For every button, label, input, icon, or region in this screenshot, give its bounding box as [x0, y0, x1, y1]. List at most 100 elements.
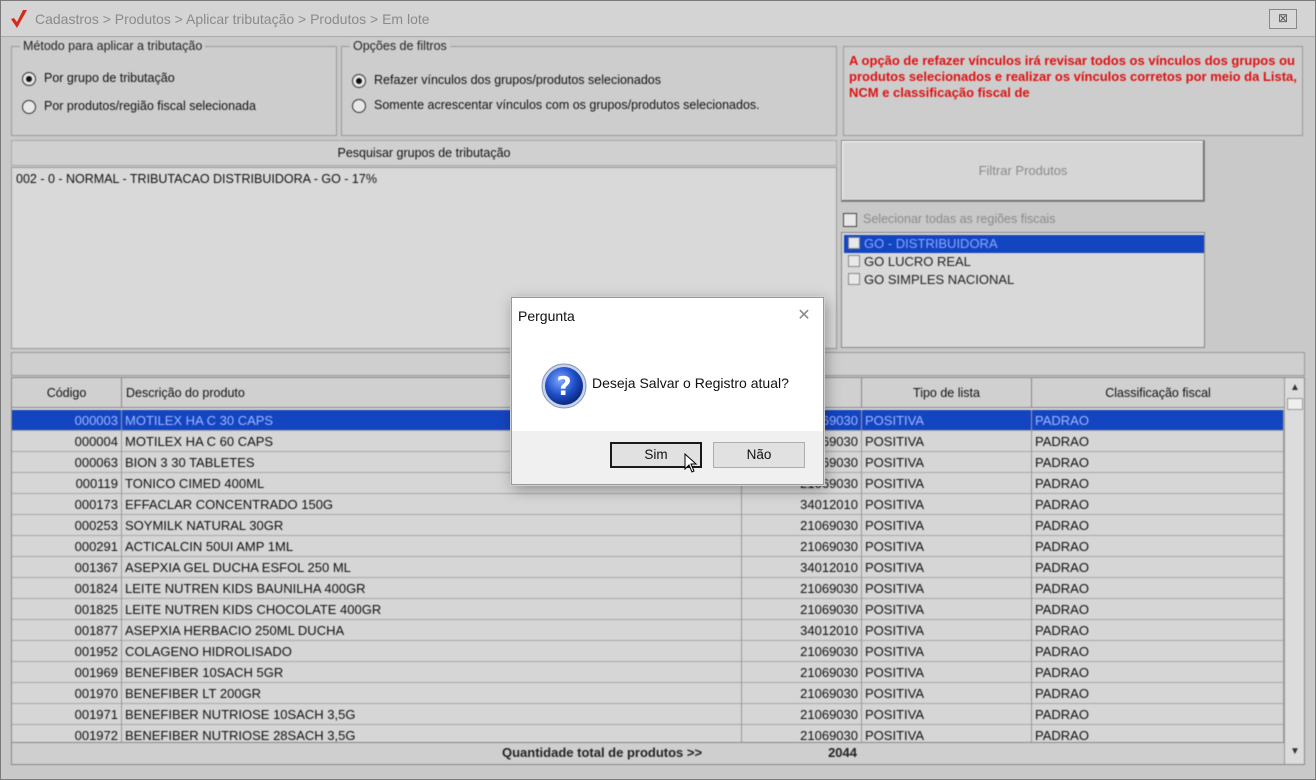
- cell-description: ASEPXIA GEL DUCHA ESFOL 250 ML: [122, 557, 742, 578]
- mouse-cursor-icon: [684, 453, 698, 473]
- checkbox-icon[interactable]: [848, 273, 860, 285]
- region-item[interactable]: GO SIMPLES NACIONAL: [844, 271, 1204, 289]
- cell-description: BENEFIBER NUTRIOSE 10SACH 3,5G: [122, 704, 742, 725]
- cell-code: 000173: [12, 494, 122, 515]
- cell-code: 001824: [12, 578, 122, 599]
- cell-list-type: POSITIVA: [862, 641, 1032, 662]
- method-legend: Método para aplicar a tributação: [20, 39, 206, 53]
- table-row[interactable]: 001877 ASEPXIA HERBACIO 250ML DUCHA 340120…: [12, 620, 1284, 641]
- table-row[interactable]: 001969 BENEFIBER 10SACH 5GR 21069030 POSITI…: [12, 662, 1284, 683]
- radio-selected-icon[interactable]: [352, 74, 366, 88]
- scroll-up-icon[interactable]: ▲: [1287, 380, 1303, 396]
- cell-ncm: 21069030: [742, 704, 862, 725]
- cell-fiscal-class: PADRAO: [1032, 452, 1284, 473]
- no-button[interactable]: Não: [713, 442, 805, 468]
- table-row[interactable]: 001970 BENEFIBER LT 200GR 21069030 POSITIVA…: [12, 683, 1284, 704]
- region-item[interactable]: GO - DISTRIBUIDORA: [844, 235, 1204, 253]
- region-label: GO - DISTRIBUIDORA: [864, 236, 998, 251]
- checkbox-icon[interactable]: [848, 255, 860, 267]
- cell-code: 001970: [12, 683, 122, 704]
- cell-list-type: POSITIVA: [862, 557, 1032, 578]
- cell-description: EFFACLAR CONCENTRADO 150G: [122, 494, 742, 515]
- radio-selected-icon[interactable]: [22, 72, 36, 86]
- checkbox-icon[interactable]: [848, 237, 860, 249]
- cell-fiscal-class: PADRAO: [1032, 704, 1284, 725]
- cell-description: BENEFIBER LT 200GR: [122, 683, 742, 704]
- region-label: GO SIMPLES NACIONAL: [864, 272, 1015, 287]
- cell-ncm: 21069030: [742, 515, 862, 536]
- cell-description: ASEPXIA HERBACIO 250ML DUCHA: [122, 620, 742, 641]
- cell-fiscal-class: PADRAO: [1032, 620, 1284, 641]
- info-text: A opção de refazer vínculos irá revisar …: [849, 53, 1297, 100]
- cell-ncm: 21069030: [742, 599, 862, 620]
- checkmark-logo-icon: [11, 10, 27, 28]
- grid-footer: Quantidade total de produtos >> 2044: [12, 742, 1284, 764]
- cell-fiscal-class: PADRAO: [1032, 410, 1284, 431]
- cell-fiscal-class: PADRAO: [1032, 473, 1284, 494]
- cell-code: 000119: [12, 473, 122, 494]
- method-option-group[interactable]: Por grupo de tributação: [22, 71, 175, 86]
- cell-list-type: POSITIVA: [862, 410, 1032, 431]
- cell-list-type: POSITIVA: [862, 431, 1032, 452]
- cell-list-type: POSITIVA: [862, 473, 1032, 494]
- table-row[interactable]: 000291 ACTICALCIN 50UI AMP 1ML 21069030 POS…: [12, 536, 1284, 557]
- method-option-label: Por produtos/região fiscal selecionada: [44, 99, 256, 113]
- method-option-label: Por grupo de tributação: [44, 71, 175, 85]
- select-all-regions-checkbox[interactable]: Selecionar todas as regiões fiscais: [843, 212, 1056, 227]
- column-header-list-type[interactable]: Tipo de lista: [862, 378, 1032, 408]
- method-group: Método para aplicar a tributação Por gru…: [11, 39, 337, 136]
- method-option-product-region[interactable]: Por produtos/região fiscal selecionada: [22, 99, 256, 114]
- cell-fiscal-class: PADRAO: [1032, 599, 1284, 620]
- info-box: A opção de refazer vínculos irá revisar …: [843, 46, 1303, 136]
- table-row[interactable]: 001367 ASEPXIA GEL DUCHA ESFOL 250 ML 3401…: [12, 557, 1284, 578]
- cell-ncm: 34012010: [742, 557, 862, 578]
- grid-scrollbar[interactable]: ▲ ▼: [1284, 378, 1304, 764]
- cell-list-type: POSITIVA: [862, 536, 1032, 557]
- column-header-fiscal-class[interactable]: Classificação fiscal: [1032, 378, 1284, 408]
- filter-options-legend: Opções de filtros: [350, 39, 450, 53]
- groups-search-header: Pesquisar grupos de tributação: [11, 140, 837, 166]
- filter-products-button[interactable]: Filtrar Produtos: [841, 140, 1205, 202]
- window-close-button[interactable]: ⊠: [1269, 9, 1297, 29]
- table-row[interactable]: 001824 LEITE NUTREN KIDS BAUNILHA 400GR 21…: [12, 578, 1284, 599]
- cell-list-type: POSITIVA: [862, 578, 1032, 599]
- cell-code: 000004: [12, 431, 122, 452]
- cell-fiscal-class: PADRAO: [1032, 641, 1284, 662]
- scroll-thumb[interactable]: [1287, 398, 1303, 410]
- select-all-label: Selecionar todas as regiões fiscais: [863, 212, 1056, 226]
- group-item[interactable]: 002 - 0 - NORMAL - TRIBUTACAO DISTRIBUID…: [16, 172, 377, 186]
- region-item[interactable]: GO LUCRO REAL: [844, 253, 1204, 271]
- cell-ncm: 34012010: [742, 620, 862, 641]
- table-row[interactable]: 001825 LEITE NUTREN KIDS CHOCOLATE 400GR 2…: [12, 599, 1284, 620]
- table-row[interactable]: 001952 COLAGENO HIDROLISADO 21069030 POSITI…: [12, 641, 1284, 662]
- column-header-code[interactable]: Código: [12, 378, 122, 408]
- cell-code: 001877: [12, 620, 122, 641]
- cell-code: 001969: [12, 662, 122, 683]
- filter-option-label: Somente acrescentar vínculos com os grup…: [374, 98, 760, 112]
- cell-fiscal-class: PADRAO: [1032, 536, 1284, 557]
- cell-ncm: 21069030: [742, 536, 862, 557]
- radio-icon[interactable]: [22, 100, 36, 114]
- radio-icon[interactable]: [352, 99, 366, 113]
- cell-fiscal-class: PADRAO: [1032, 494, 1284, 515]
- checkbox-icon[interactable]: [843, 213, 857, 227]
- cell-description: ACTICALCIN 50UI AMP 1ML: [122, 536, 742, 557]
- cell-code: 000063: [12, 452, 122, 473]
- cell-list-type: POSITIVA: [862, 452, 1032, 473]
- filter-option-redo[interactable]: Refazer vínculos dos grupos/produtos sel…: [352, 73, 661, 88]
- scroll-down-icon[interactable]: ▼: [1287, 744, 1303, 760]
- cell-description: LEITE NUTREN KIDS CHOCOLATE 400GR: [122, 599, 742, 620]
- table-row[interactable]: 000253 SOYMILK NATURAL 30GR 21069030 POSITI…: [12, 515, 1284, 536]
- cell-list-type: POSITIVA: [862, 620, 1032, 641]
- regions-list: GO - DISTRIBUIDORA GO LUCRO REAL GO SIMP…: [841, 232, 1205, 348]
- filter-option-append[interactable]: Somente acrescentar vínculos com os grup…: [352, 98, 760, 113]
- total-products-label: Quantidade total de produtos >>: [502, 745, 703, 760]
- dialog-title: Pergunta: [518, 308, 575, 324]
- dialog-close-icon[interactable]: ✕: [795, 307, 813, 325]
- table-row[interactable]: 000173 EFFACLAR CONCENTRADO 150G 34012010 P…: [12, 494, 1284, 515]
- title-bar: Cadastros > Produtos > Aplicar tributaçã…: [1, 1, 1315, 37]
- cell-list-type: POSITIVA: [862, 599, 1032, 620]
- table-row[interactable]: 001971 BENEFIBER NUTRIOSE 10SACH 3,5G 2106…: [12, 704, 1284, 725]
- dialog-button-bar: Sim Não: [512, 431, 823, 484]
- cell-list-type: POSITIVA: [862, 683, 1032, 704]
